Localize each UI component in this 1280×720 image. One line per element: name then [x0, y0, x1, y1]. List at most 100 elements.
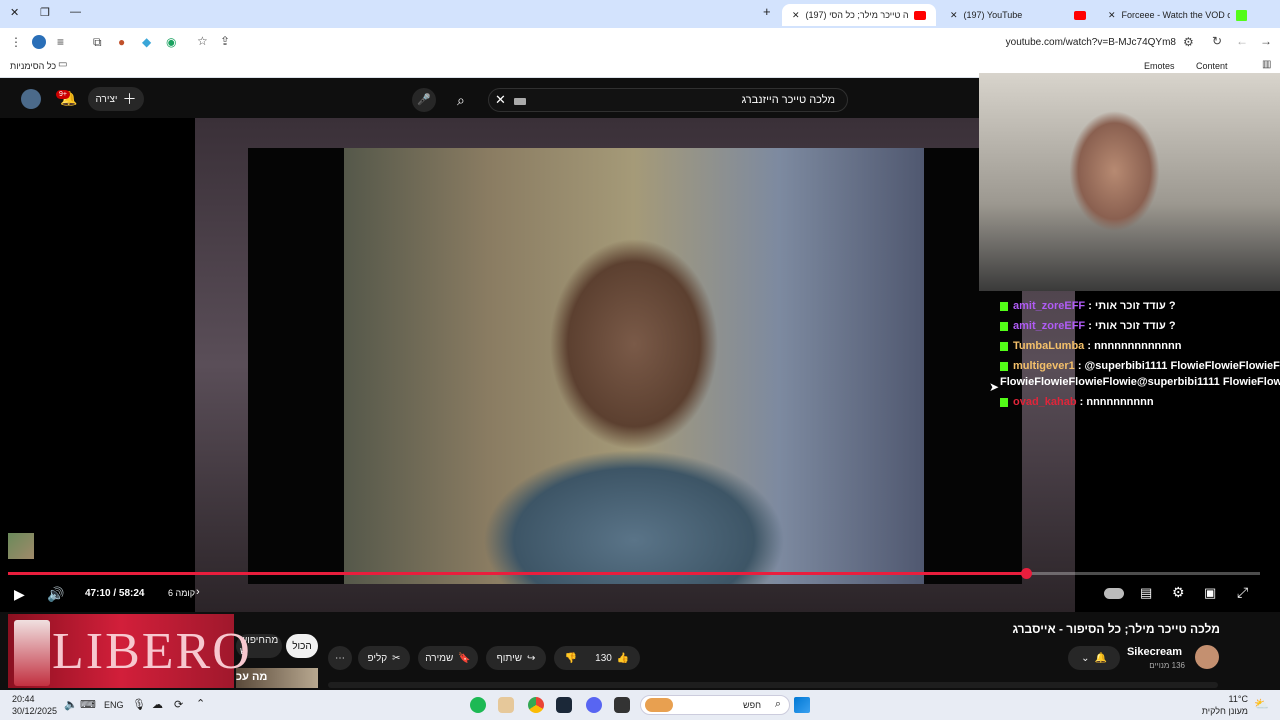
plus-icon: ＋ [122, 91, 137, 107]
emotes-extension[interactable]: Emotes [1144, 61, 1175, 71]
app-icon[interactable] [614, 697, 630, 713]
clock-date[interactable]: 30/12/2025 [12, 706, 57, 716]
kick-badge-icon [1000, 321, 1008, 331]
save-button[interactable]: שמירה 🔖 [418, 646, 478, 670]
chat-message: multigever1 : @superbibi1111 FlowieFlowi… [1000, 360, 1280, 372]
windows-start-icon[interactable] [794, 697, 810, 713]
chat-username: amit_zoreEFF [1013, 320, 1089, 332]
extension-icon[interactable]: ◉ [166, 36, 176, 48]
microphone-icon[interactable]: 🎙 [132, 698, 146, 711]
tab-close-icon[interactable]: ✕ [792, 10, 800, 21]
steam-icon[interactable] [556, 697, 572, 713]
chat-text: : @superbibi1111 FlowieFlowieFlowieFlo [1077, 360, 1280, 372]
keyboard-icon[interactable] [514, 98, 526, 105]
progress-scrubber[interactable] [1020, 568, 1032, 579]
tab-kick-vod[interactable]: ✕ Forceee - Watch the VOD on K [1098, 4, 1258, 26]
clip-label: קליפ [367, 652, 388, 664]
site-settings-icon[interactable]: ⚙ [1183, 36, 1194, 48]
search-icon[interactable]: ⌕ [457, 92, 465, 109]
chat-text: : עודד זוכר אותי ? [1088, 300, 1176, 312]
tab-title: (197) YouTube [963, 10, 1023, 20]
reload-icon[interactable]: ↻ [1212, 35, 1222, 47]
volume-icon[interactable]: 🔊 [47, 586, 64, 603]
fullscreen-icon[interactable]: ⤢ [1237, 584, 1248, 601]
share-page-icon[interactable]: ⇪ [220, 35, 230, 47]
taskbar-search-box[interactable]: חפש ⌕ [640, 695, 790, 715]
folder-icon: ▭ [58, 59, 68, 70]
like-icon[interactable]: 👍 [617, 653, 629, 664]
chat-text: FlowieFlowieFlowieFlowie@superbibi1111 F… [1000, 376, 1280, 388]
reading-list-icon[interactable]: ≡ [57, 36, 64, 48]
cloud-off-icon[interactable]: ☁ [152, 698, 163, 711]
weather-description[interactable]: מעונן חלקית [1190, 706, 1248, 716]
chat-username: multigever1 [1013, 360, 1078, 372]
dislike-icon[interactable]: 👎 [565, 653, 577, 664]
clock-time[interactable]: 20:44 [12, 694, 35, 704]
chrome-icon[interactable] [528, 697, 544, 713]
progress-bar[interactable] [8, 568, 1260, 579]
content-extension[interactable]: Content [1196, 61, 1228, 71]
play-icon[interactable]: ▶ [14, 586, 25, 603]
subscriber-count: 136 מנויים [1149, 661, 1185, 670]
chapter-title[interactable]: קומה 6 [168, 588, 195, 598]
minimize-window-icon[interactable]: — [70, 6, 81, 18]
extension-icon[interactable]: ◆ [142, 36, 151, 48]
bookmark-star-icon[interactable]: ☆ [197, 35, 208, 47]
create-label: יצירה [95, 93, 118, 105]
video-content-man-in-denim-jacket[interactable] [344, 148, 924, 584]
chat-message: amit_zoreEFF : עודד זוכר אותי ? [1000, 300, 1280, 312]
share-button[interactable]: שיתוף ↪ [486, 646, 546, 670]
weather-temp[interactable]: 11°C [1204, 694, 1248, 704]
subscription-bell-button[interactable]: ⌄ 🔔 [1068, 646, 1120, 670]
all-bookmarks-label[interactable]: כל הסימניות [10, 61, 56, 71]
description-box[interactable] [328, 682, 1218, 688]
browser-tab-bar: ✕ ❐ — + ✕ (197) מלכה טייכר מילר; כל הסי … [0, 0, 1280, 28]
chat-username: TumbaLumba [1013, 340, 1088, 352]
user-avatar[interactable] [21, 89, 41, 109]
tab-youtube-home[interactable]: ✕ (197) YouTube [940, 4, 1096, 26]
sync-icon[interactable]: ⟳ [174, 698, 183, 711]
spotify-icon[interactable] [470, 697, 486, 713]
tab-youtube-video[interactable]: ✕ (197) מלכה טייכר מילר; כל הסי [782, 4, 936, 26]
create-button[interactable]: יצירה ＋ [88, 87, 144, 111]
chevron-right-icon[interactable]: › [196, 586, 200, 598]
profile-avatar[interactable] [32, 35, 46, 49]
menu-dots-icon[interactable]: ⋮ [10, 36, 22, 48]
back-icon[interactable]: → [1260, 35, 1272, 47]
chip-all[interactable]: הכול [286, 634, 318, 658]
autoplay-toggle[interactable] [1104, 588, 1124, 599]
new-tab-button[interactable]: + [763, 4, 771, 19]
extension-icon[interactable]: ● [118, 36, 125, 48]
url-field[interactable]: youtube.com/watch?v=B-MJc74QYm8 [1000, 37, 1176, 48]
channel-name[interactable]: Sikecream [1110, 646, 1182, 658]
preview-thumbnail [8, 533, 34, 559]
restore-window-icon[interactable]: ❐ [40, 6, 50, 19]
discord-icon[interactable] [586, 697, 602, 713]
chat-message: ovad_kahab : nnnnnnnnnn [1000, 396, 1280, 408]
chevron-up-icon[interactable]: ⌃ [196, 697, 205, 710]
channel-avatar[interactable] [1195, 645, 1219, 669]
clear-search-icon[interactable]: ✕ [495, 92, 506, 108]
notification-count-badge: 9+ [56, 90, 70, 99]
extensions-icon[interactable]: ⧉ [93, 36, 102, 48]
forward-icon[interactable]: ← [1236, 35, 1248, 47]
voice-search-icon[interactable]: 🎤 [412, 88, 436, 112]
tab-close-icon[interactable]: ✕ [1108, 10, 1116, 21]
search-input[interactable]: ⌕ ✕ מלכה טייכר הייזנברג [457, 88, 848, 112]
close-window-icon[interactable]: ✕ [10, 6, 19, 19]
sidebar-toggle-icon[interactable]: ▥ [1262, 60, 1271, 70]
like-count: 130 [595, 652, 612, 664]
miniplayer-icon[interactable]: ▣ [1204, 585, 1216, 601]
speaker-icon[interactable]: 🔈 [64, 698, 78, 711]
subtitles-icon[interactable]: ▤ [1140, 585, 1152, 601]
chat-text: : עודד זוכר אותי ? [1088, 320, 1176, 332]
clip-button[interactable]: קליפ ✂ [358, 646, 410, 670]
more-dots-icon: ⋯ [335, 652, 345, 664]
settings-gear-icon[interactable]: ⚙ [1172, 584, 1185, 601]
network-icon[interactable]: ⌨ [80, 698, 96, 711]
more-actions-button[interactable]: ⋯ [328, 646, 352, 670]
app-icon[interactable] [498, 697, 514, 713]
tab-close-icon[interactable]: ✕ [950, 10, 958, 21]
kick-favicon-icon [1235, 9, 1247, 21]
language-indicator[interactable]: ENG [104, 700, 124, 710]
